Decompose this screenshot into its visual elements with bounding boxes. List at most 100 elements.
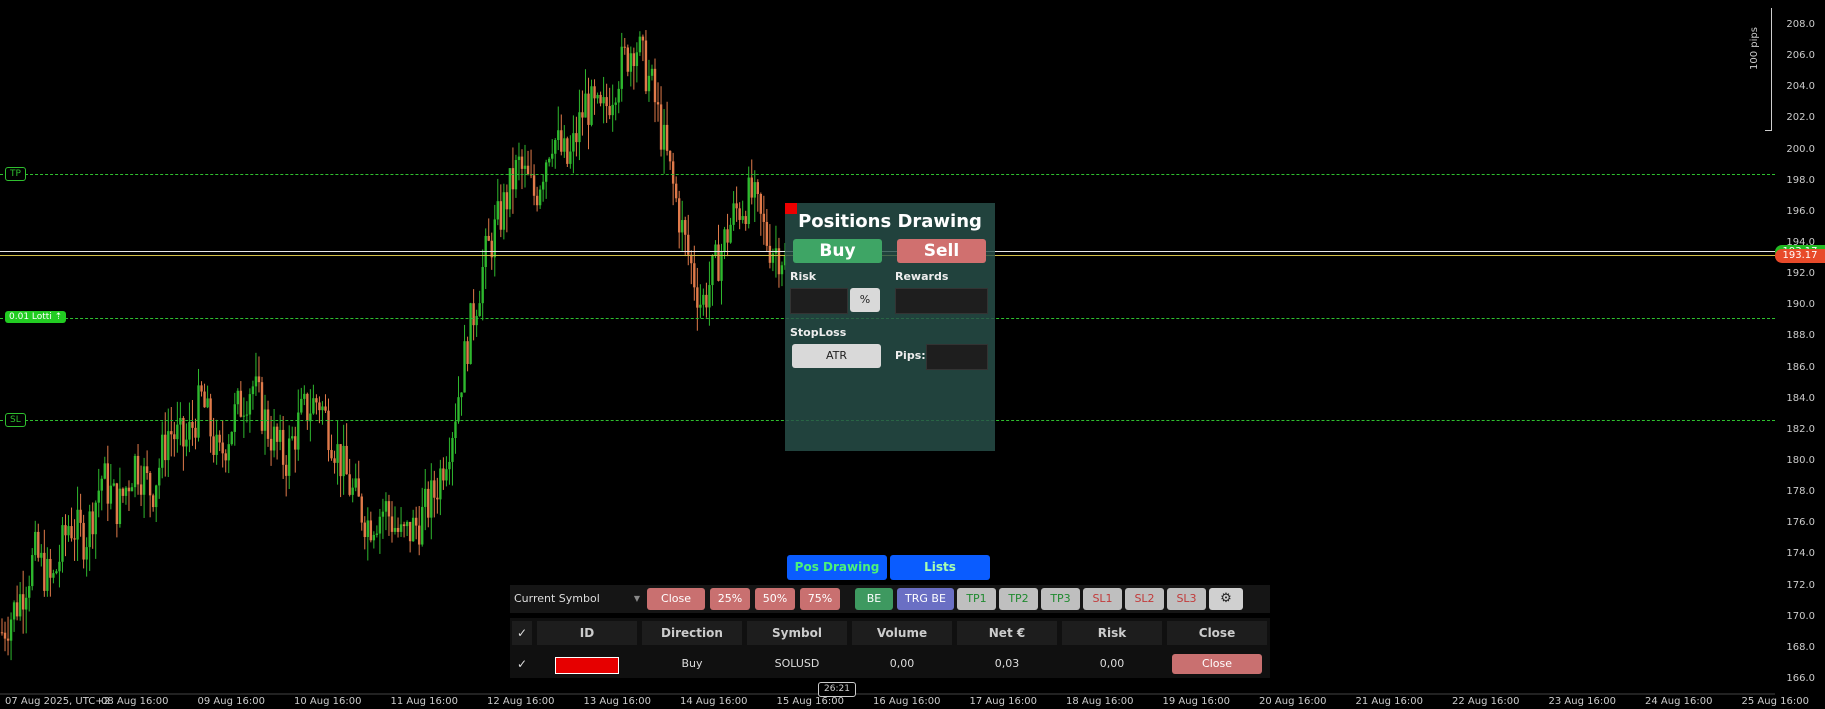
candle-body [76, 509, 79, 540]
rewards-input[interactable] [895, 288, 988, 314]
tab-pos-drawing[interactable]: Pos Drawing [787, 555, 887, 580]
candle-body [260, 382, 264, 431]
row-checkbox[interactable]: ✓ [512, 652, 532, 676]
symbol-select[interactable]: Current Symbol ▼ [512, 588, 644, 610]
candle-body [46, 558, 49, 591]
candle-body [194, 427, 197, 438]
settings-gear-icon[interactable]: ⚙ [1209, 588, 1243, 610]
candle-body [708, 285, 711, 308]
close-75-button[interactable]: 75% [800, 588, 840, 610]
candle-body [278, 429, 282, 442]
candle-body [681, 220, 684, 233]
candle-body [502, 192, 506, 230]
candle-body [641, 36, 645, 41]
candle-body [674, 183, 678, 199]
tp1-button[interactable]: TP1 [957, 588, 996, 610]
candle-body [711, 254, 714, 286]
lot-label[interactable]: 0.01 Lotti ⇡ [5, 311, 67, 323]
buy-button[interactable]: Buy [793, 239, 882, 263]
candle-body [288, 438, 291, 476]
tp-label[interactable]: TP [5, 167, 26, 181]
candle-body [702, 294, 705, 305]
candle-body [611, 104, 614, 116]
candle-body [532, 175, 536, 196]
candle-body [735, 203, 738, 209]
candle-body [690, 254, 693, 264]
pips-input[interactable] [926, 344, 988, 370]
candle-body [375, 533, 379, 535]
sell-button[interactable]: Sell [897, 239, 986, 263]
candle-body [430, 480, 433, 518]
candle-body [538, 189, 542, 206]
be-button[interactable]: BE [855, 588, 893, 610]
candle-body [445, 469, 448, 481]
tp2-button[interactable]: TP2 [999, 588, 1038, 610]
candle-body [399, 524, 403, 532]
candle-body [614, 102, 617, 105]
candle-body [257, 376, 261, 383]
candle-body [511, 168, 515, 190]
candle-body [348, 474, 351, 495]
table-cell-symbol: SOLUSD [774, 657, 820, 670]
candle-body [333, 458, 336, 463]
positions-drawing-panel[interactable]: Positions Drawing Buy Sell Risk Rewards … [785, 203, 995, 451]
candle-body [206, 398, 209, 408]
candle-body [91, 511, 94, 535]
sl1-button[interactable]: SL1 [1083, 588, 1122, 610]
close-50-button[interactable]: 50% [755, 588, 795, 610]
candle-body [762, 213, 766, 222]
candle-body [677, 198, 681, 233]
sl2-button[interactable]: SL2 [1125, 588, 1164, 610]
candle-body [417, 525, 421, 545]
y-tick-label: 194.0 [1786, 237, 1815, 248]
close-position-button[interactable]: Close [1172, 654, 1262, 674]
sl-label[interactable]: SL [5, 413, 26, 427]
table-cell-id[interactable] [537, 652, 637, 676]
candle-body [381, 511, 385, 517]
x-tick-label: 12 Aug 16:00 [487, 696, 555, 707]
atr-button[interactable]: ATR [792, 344, 881, 368]
tab-lists[interactable]: Lists [890, 555, 990, 580]
col-volume: Volume [852, 621, 952, 645]
candle-body [632, 53, 636, 67]
candle-body [487, 235, 490, 241]
col-net: Net € [957, 621, 1057, 645]
candle-body [466, 341, 469, 364]
candle-body [197, 385, 200, 438]
candle-body [460, 392, 463, 398]
candle-body [424, 488, 427, 507]
candle-body [245, 414, 249, 416]
y-tick-label: 176.0 [1786, 517, 1815, 529]
sl3-button[interactable]: SL3 [1167, 588, 1206, 610]
select-all-checkbox[interactable]: ✓ [512, 621, 532, 645]
y-tick-label: 170.0 [1786, 610, 1815, 622]
close-25-button[interactable]: 25% [710, 588, 750, 610]
risk-input[interactable] [790, 288, 848, 314]
candle-body [747, 177, 750, 224]
candle-body [64, 525, 67, 536]
time-marker[interactable]: 26:21 [818, 682, 856, 697]
candle-body [303, 393, 306, 399]
risk-percent-toggle[interactable]: % [850, 288, 880, 312]
candle-body [451, 438, 454, 462]
candle-body [130, 487, 134, 492]
candle-body [551, 153, 554, 159]
candle-body [230, 431, 233, 445]
y-tick-label: 202.0 [1786, 112, 1815, 124]
candle-body [321, 406, 324, 411]
candle-body [9, 619, 13, 641]
candle-body [696, 287, 699, 308]
candle-body [360, 496, 363, 523]
panel-drag-handle[interactable] [785, 203, 797, 214]
close-all-button[interactable]: Close [647, 588, 705, 610]
trg-be-button[interactable]: TRG BE [897, 588, 954, 610]
candle-body [154, 485, 158, 508]
id-color-swatch[interactable] [555, 657, 619, 674]
candle-body [481, 267, 484, 304]
x-tick-label: 21 Aug 16:00 [1355, 696, 1423, 707]
candle-body [478, 303, 481, 317]
candle-body [608, 106, 611, 116]
tp3-button[interactable]: TP3 [1041, 588, 1080, 610]
tp-line[interactable] [0, 174, 1775, 175]
candle-body [79, 509, 82, 523]
